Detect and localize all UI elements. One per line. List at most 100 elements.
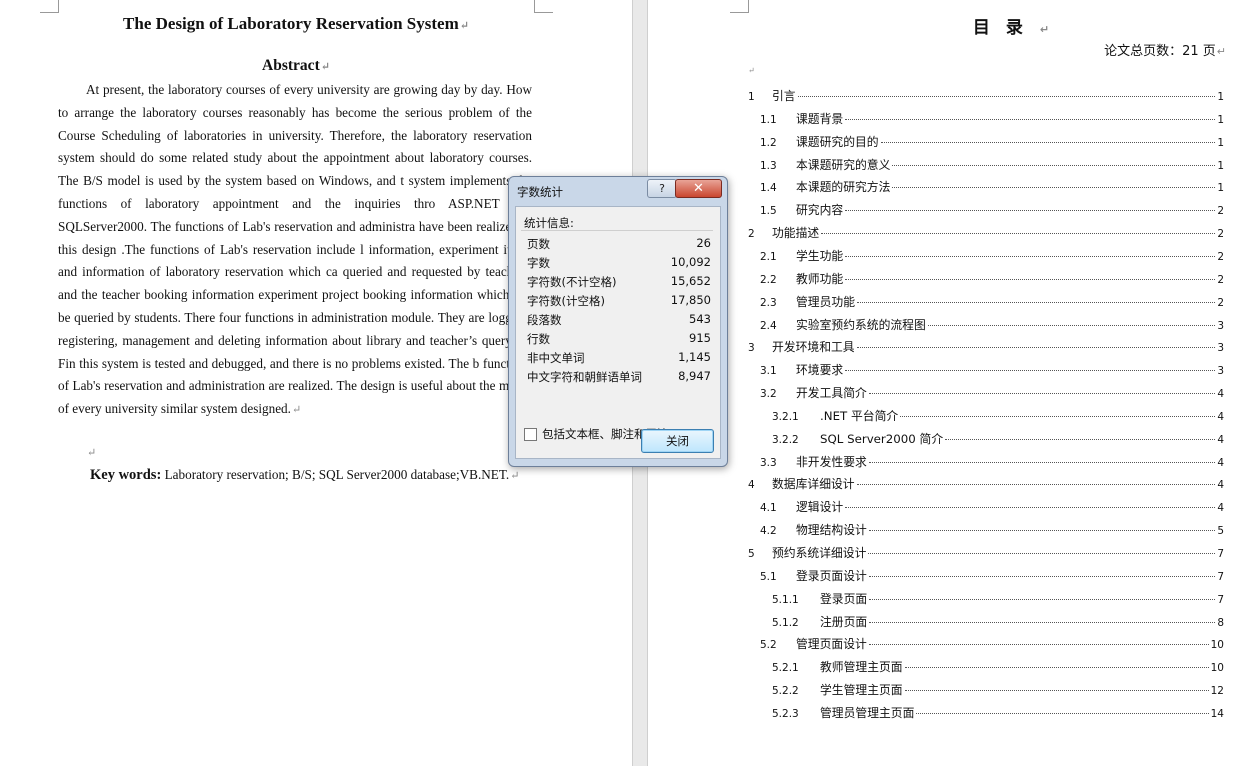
toc-entry[interactable]: 3.2.2 SQL Server2000 简介 4: [772, 430, 1224, 450]
toc-entry-title: 管理员管理主页面: [820, 705, 915, 720]
abstract-paragraph: At present, the laboratory courses of ev…: [58, 82, 533, 417]
toc-dot-leader: [868, 575, 1216, 577]
toc-entry[interactable]: 1 引言 1: [748, 87, 1224, 107]
toc-entry[interactable]: 5 预约系统详细设计 7: [748, 544, 1224, 564]
toc-entry[interactable]: 4.2 物理结构设计 5: [760, 521, 1224, 541]
toc-entry[interactable]: 5.2.1 教师管理主页面 10: [772, 658, 1224, 678]
stat-label: 中文字符和朝鲜语单词: [527, 370, 642, 384]
stat-value: 543: [689, 312, 711, 326]
toc-entry-page: 4: [1217, 410, 1224, 423]
help-button[interactable]: ?: [647, 179, 677, 198]
toc-entry-title: 开发环境和工具: [772, 340, 855, 355]
toc-entry-number: 1.3: [760, 159, 777, 172]
keywords-label: Key words:: [90, 467, 162, 483]
close-x-button[interactable]: ✕: [675, 179, 722, 198]
toc-entry-title: 本课题的研究方法: [796, 180, 891, 195]
toc-dot-leader: [868, 644, 1209, 646]
close-dialog-button[interactable]: 关闭: [641, 429, 714, 453]
toc-entry-page: 2: [1217, 228, 1224, 241]
toc-entry[interactable]: 5.2 管理页面设计 10: [760, 635, 1224, 655]
toc-entry[interactable]: 5.1.2 注册页面 8: [772, 613, 1224, 633]
toc-entry-title: 逻辑设计: [796, 500, 844, 515]
toc-dot-leader: [868, 530, 1216, 532]
toc-entry[interactable]: 2.3 管理员功能 2: [760, 293, 1224, 313]
toc-entry[interactable]: 1.1 课题背景 1: [760, 110, 1224, 130]
toc-entry-page: 10: [1210, 662, 1224, 675]
toc-entry-number: 4.1: [760, 502, 777, 515]
toc-entry[interactable]: 1.4 本课题的研究方法 1: [760, 178, 1224, 198]
toc-entry-number: 2.2: [760, 273, 777, 286]
toc-entry[interactable]: 3.2 开发工具简介 4: [760, 384, 1224, 404]
toc-entry[interactable]: 4 数据库详细设计 4: [748, 475, 1224, 495]
toc-dot-leader: [927, 324, 1216, 326]
toc-entry-number: 5: [748, 548, 755, 560]
toc-dot-leader: [845, 118, 1216, 120]
toc-entry-page: 8: [1217, 616, 1224, 629]
stat-row: 行数 915: [527, 331, 711, 350]
stat-row: 中文字符和朝鲜语单词 8,947: [527, 369, 711, 388]
stat-value: 1,145: [678, 350, 711, 364]
stat-row: 字数 10,092: [527, 255, 711, 274]
help-icon: ?: [659, 182, 665, 195]
dialog-titlebar[interactable]: 字数统计 ? ✕: [509, 177, 727, 201]
toc-dot-leader: [797, 96, 1216, 97]
stat-row: 段落数 543: [527, 312, 711, 331]
toc-entry-page: 4: [1217, 388, 1224, 401]
toc-entry[interactable]: 5.2.3 管理员管理主页面 14: [772, 704, 1224, 724]
stat-row: 字符数(计空格) 17,850: [527, 293, 711, 312]
toc-entry[interactable]: 5.1.1 登录页面 7: [772, 590, 1224, 610]
toc-dot-leader: [904, 690, 1209, 692]
toc-entry[interactable]: 3 开发环境和工具 3: [748, 338, 1224, 358]
toc-entry[interactable]: 2.2 教师功能 2: [760, 270, 1224, 290]
word-count-dialog: 字数统计 ? ✕ 统计信息: 页数 26 字数 10,092 字符数(不计空格) 15,6…: [508, 176, 728, 467]
toc-entry-number: 2.4: [760, 319, 777, 332]
toc-entry-title: 物理结构设计: [796, 523, 867, 538]
toc-entry-page: 7: [1217, 593, 1224, 606]
stat-label: 字符数(不计空格): [527, 275, 617, 289]
toc-entry[interactable]: 1.2 课题研究的目的 1: [760, 133, 1224, 153]
toc-entry-page: 2: [1217, 205, 1224, 218]
page-corner-mark: [534, 0, 553, 13]
toc-title: 目录↵: [972, 18, 1066, 38]
toc-entry[interactable]: 4.1 逻辑设计 4: [760, 498, 1224, 518]
toc-entry-number: 5.2.3: [772, 707, 799, 720]
include-textbox-checkbox[interactable]: [524, 427, 537, 441]
toc-entry-title: 学生管理主页面: [820, 683, 903, 698]
toc-entry[interactable]: 3.1 环境要求 3: [760, 361, 1224, 381]
stat-value: 15,652: [670, 274, 711, 288]
toc-dot-leader: [845, 210, 1216, 212]
toc-entry[interactable]: 3.3 非开发性要求 4: [760, 453, 1224, 473]
toc-entry[interactable]: 1.5 研究内容 2: [760, 201, 1224, 221]
toc-entry-page: 4: [1217, 502, 1224, 515]
toc-dot-leader: [857, 301, 1216, 303]
page-count-label: 论文总页数：21 页↵: [1104, 44, 1226, 59]
page-corner-mark: [40, 0, 59, 13]
toc-dot-leader: [880, 141, 1216, 143]
toc-entry[interactable]: 5.1 登录页面设计 7: [760, 567, 1224, 587]
toc-entry[interactable]: 5.2.2 学生管理主页面 12: [772, 681, 1224, 701]
toc-entry-page: 1: [1217, 182, 1224, 195]
toc-entry-number: 4: [748, 479, 755, 492]
toc-entry-page: 4: [1217, 456, 1224, 469]
toc-entry-title: SQL Server2000 简介: [820, 431, 944, 446]
toc-dot-leader: [868, 553, 1216, 554]
toc-entry[interactable]: 2.4 实验室预约系统的流程图 3: [760, 316, 1224, 336]
toc-entry-page: 7: [1217, 548, 1224, 560]
toc-dot-leader: [868, 461, 1216, 463]
toc-entry-number: 5.2.2: [772, 685, 799, 698]
toc-entry-title: 本课题研究的意义: [796, 157, 891, 172]
toc-entry[interactable]: 3.2.1 .NET 平台简介 4: [772, 407, 1224, 427]
toc-entry-page: 1: [1217, 113, 1224, 126]
toc-entry-title: 课题背景: [796, 111, 844, 126]
toc-entry-page: 1: [1217, 159, 1224, 172]
abstract-body: At present, the laboratory courses of ev…: [58, 79, 532, 422]
toc-entry[interactable]: 2.1 学生功能 2: [760, 247, 1224, 267]
toc-entry[interactable]: 2 功能描述 2: [748, 224, 1224, 244]
dialog-title: 字数统计: [517, 185, 563, 199]
toc-entry[interactable]: 1.3 本课题研究的意义 1: [760, 156, 1224, 176]
empty-paragraph-mark: ↵: [87, 447, 97, 459]
toc-entry-title: 开发工具简介: [796, 386, 867, 401]
stat-row: 页数 26: [527, 236, 711, 255]
toc-entry-number: 2.3: [760, 296, 777, 309]
stat-label: 字符数(计空格): [527, 294, 605, 308]
